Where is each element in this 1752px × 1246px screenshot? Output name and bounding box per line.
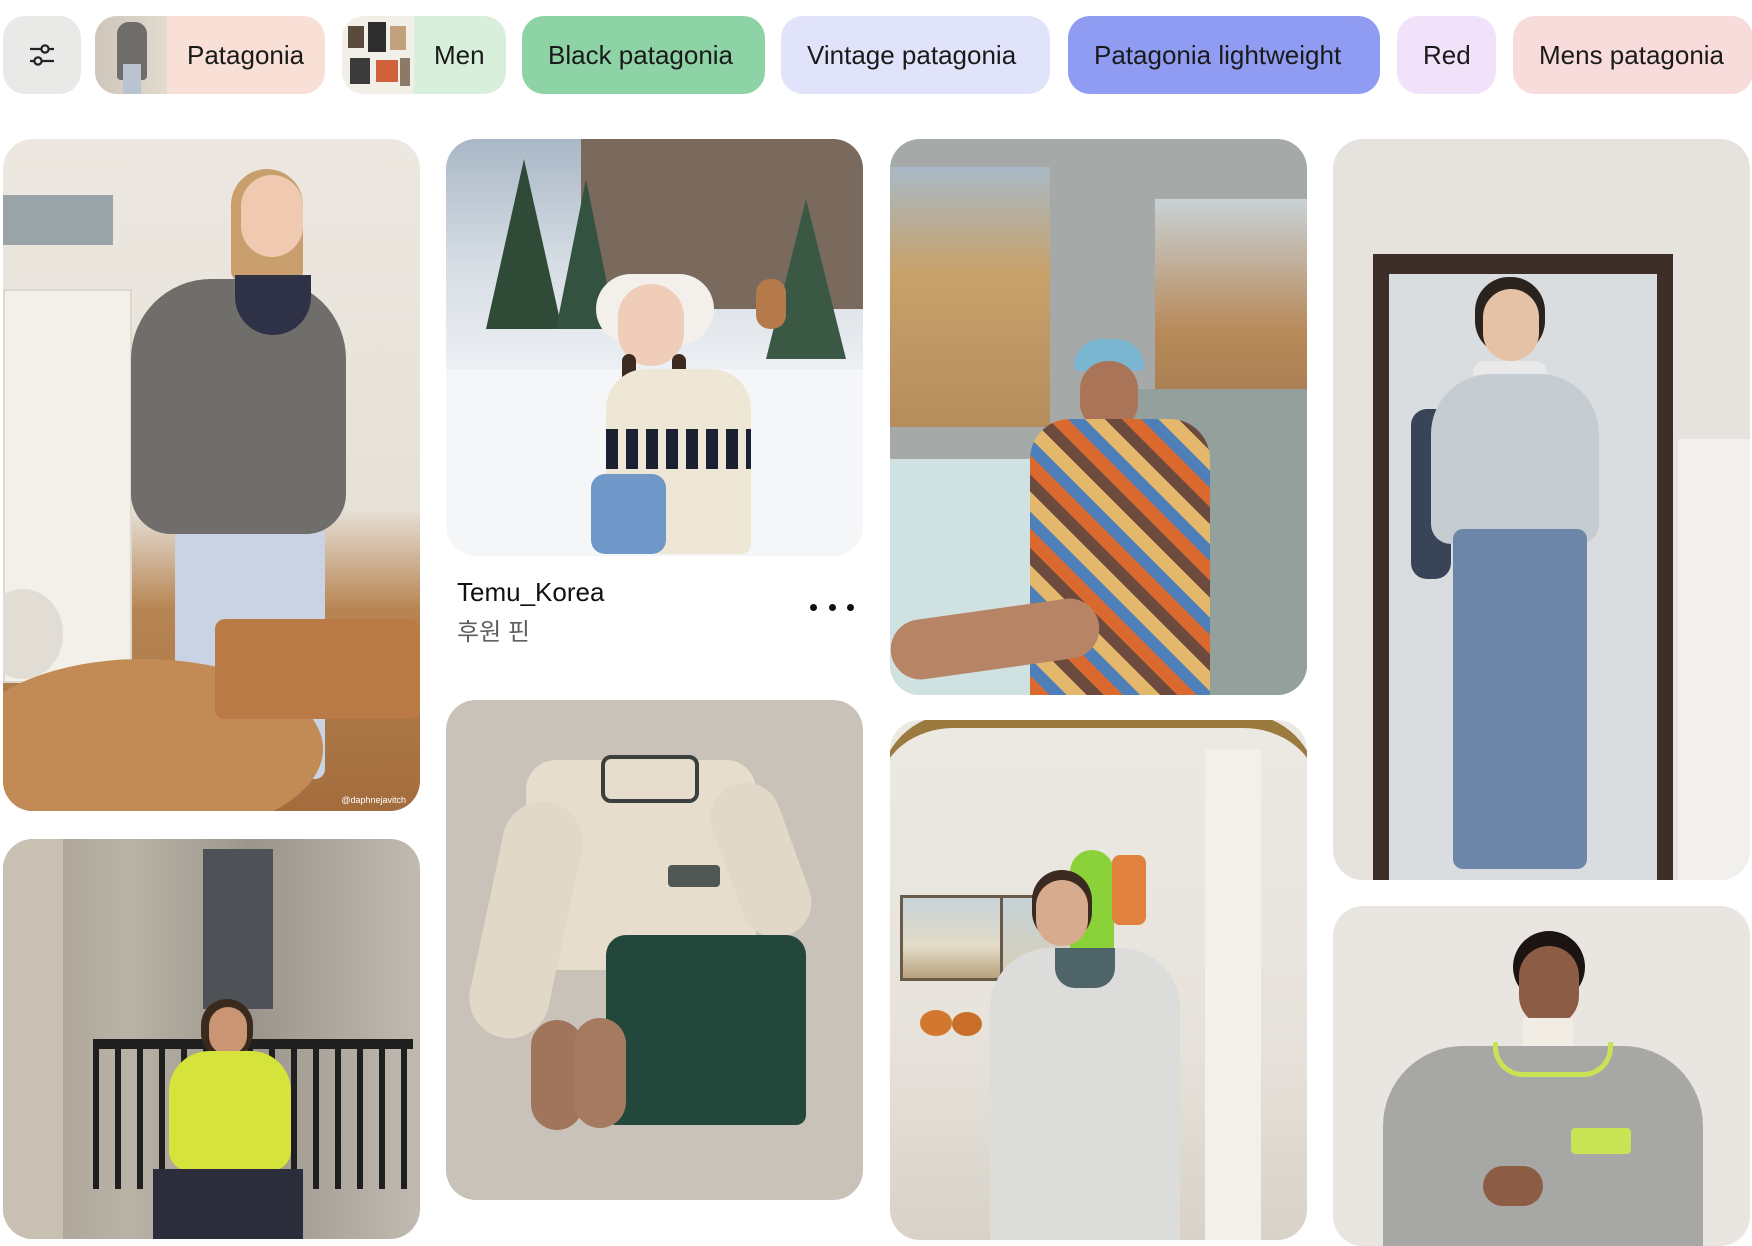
painting [900, 895, 1016, 981]
tree [766, 199, 846, 359]
chip-thumbnail [95, 16, 167, 94]
pin-flat-lay[interactable] [446, 700, 863, 1200]
green-shorts [606, 935, 806, 1125]
face [209, 1007, 247, 1055]
mitten [756, 279, 786, 329]
face [1519, 946, 1579, 1026]
column [3, 839, 63, 1239]
chip-men[interactable]: Men [342, 16, 506, 94]
fleece [131, 279, 346, 534]
curtain [1205, 750, 1261, 1240]
face [1036, 880, 1088, 946]
phone [1112, 855, 1146, 925]
chip-black-patagonia[interactable]: Black patagonia [522, 16, 765, 94]
pin-grey-lime-fleece[interactable] [1333, 906, 1750, 1246]
collar [601, 755, 699, 803]
chip-label: Red [1423, 39, 1471, 70]
fleece [990, 948, 1180, 1240]
chip-label: Black patagonia [548, 39, 734, 70]
jeans [1453, 529, 1587, 869]
chip-label: Vintage patagonia [807, 39, 1017, 70]
pin-title[interactable]: Temu_Korea [457, 577, 857, 608]
face [241, 175, 303, 257]
window-left [890, 167, 1050, 427]
filter-chip-bar: Patagonia Men Black patagonia Vintage pa… [3, 16, 1752, 94]
chip-thumbnail [342, 16, 414, 94]
chip-vintage-patagonia[interactable]: Vintage patagonia [781, 16, 1050, 94]
pumpkin [920, 1010, 952, 1036]
pin-yellow-puffer[interactable] [3, 839, 420, 1239]
pocket [1571, 1128, 1631, 1154]
sliders-icon [30, 44, 54, 66]
chair [215, 619, 420, 719]
lime-trim [1493, 1042, 1613, 1077]
face [1483, 289, 1539, 361]
pin-doorway-jeans[interactable] [1333, 139, 1750, 880]
chip-patagonia-lightweight[interactable]: Patagonia lightweight [1068, 16, 1380, 94]
chip-mens-patagonia[interactable]: Mens patagonia [1513, 16, 1752, 94]
pin-snow-earmuffs[interactable] [446, 139, 863, 556]
tote-bag [591, 474, 666, 554]
pin-meta-promoted: Temu_Korea 후원 핀 [457, 577, 857, 647]
chip-label: Men [434, 39, 485, 70]
sweater-pattern [606, 429, 751, 469]
filter-button[interactable] [3, 16, 81, 94]
pin-grey-fleece-indoor[interactable]: @daphnejavitch [3, 139, 420, 811]
pocket [668, 865, 720, 887]
slipper [574, 1018, 626, 1128]
sponsored-label: 후원 핀 [457, 619, 530, 646]
window-right [1155, 199, 1307, 419]
hand [1483, 1166, 1543, 1206]
tree [486, 159, 562, 329]
fleece [1431, 374, 1599, 544]
chip-red[interactable]: Red [1397, 16, 1496, 94]
chip-label: Mens patagonia [1539, 39, 1725, 70]
window [3, 195, 113, 245]
ellipsis-icon[interactable] [810, 592, 854, 622]
jacket [169, 1051, 291, 1171]
watermark: @daphnejavitch [341, 795, 406, 805]
chip-label: Patagonia lightweight [1094, 39, 1342, 70]
chip-patagonia[interactable]: Patagonia [95, 16, 325, 94]
window-dark [203, 849, 273, 1009]
pumpkin [952, 1012, 982, 1036]
pin-truck-selfie[interactable] [890, 139, 1307, 695]
pants [153, 1169, 303, 1239]
chip-label: Patagonia [187, 39, 305, 70]
placket [1055, 948, 1115, 988]
wall-right [1678, 439, 1750, 880]
pin-mirror-selfie[interactable] [890, 720, 1307, 1240]
